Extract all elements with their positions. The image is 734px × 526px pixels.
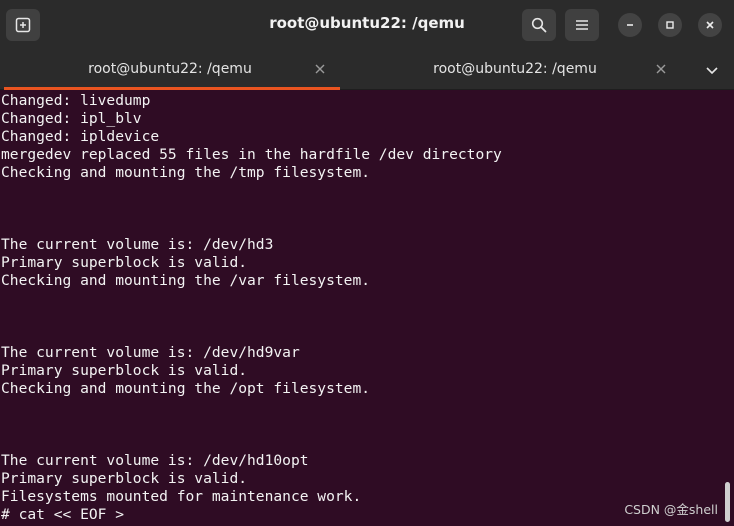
close-icon (706, 21, 714, 29)
terminal-line: Primary superblock is valid. (1, 362, 248, 379)
terminal-line: Primary superblock is valid. (1, 470, 248, 487)
minimize-button[interactable] (618, 13, 642, 37)
terminal-line: The current volume is: /dev/hd10opt (1, 452, 309, 469)
tab-1-label: root@ubuntu22: /qemu (88, 61, 252, 77)
tab-2[interactable]: root@ubuntu22: /qemu (345, 50, 685, 89)
close-button[interactable] (698, 13, 722, 37)
menu-button[interactable] (565, 9, 599, 41)
chevron-down-icon[interactable] (703, 61, 721, 79)
tab-close-icon[interactable] (654, 62, 668, 76)
window-title: root@ubuntu22: /qemu (269, 14, 465, 32)
terminal-line: # cat << EOF > (1, 506, 125, 523)
terminal-window: root@ubuntu22: /qemu root@ubuntu22: /qem… (0, 0, 734, 526)
hamburger-menu-icon (576, 20, 588, 30)
terminal-line: Changed: livedump (1, 92, 151, 109)
search-button[interactable] (522, 9, 556, 41)
scrollbar[interactable] (725, 482, 730, 522)
maximize-icon (666, 21, 674, 29)
tab-bar: root@ubuntu22: /qemu root@ubuntu22: /qem… (0, 50, 734, 90)
terminal-line: The current volume is: /dev/hd3 (1, 236, 274, 253)
terminal-line: Checking and mounting the /var filesyste… (1, 272, 371, 289)
new-tab-button[interactable] (6, 9, 40, 41)
terminal-line: The current volume is: /dev/hd9var (1, 344, 300, 361)
watermark: CSDN @金shell (624, 502, 718, 517)
tab-1[interactable]: root@ubuntu22: /qemu (0, 50, 340, 90)
terminal-line: Changed: ipl_blv (1, 110, 142, 127)
tab-close-icon[interactable] (313, 62, 327, 76)
terminal-line: mergedev replaced 55 files in the hardfi… (1, 146, 502, 163)
minimize-icon (627, 24, 633, 26)
search-icon (531, 17, 547, 33)
terminal-output[interactable]: Changed: livedump Changed: ipl_blv Changed… (0, 90, 734, 526)
terminal-line: Checking and mounting the /opt filesyste… (1, 380, 371, 397)
terminal-line: Filesystems mounted for maintenance work… (1, 488, 362, 505)
tab-2-label: root@ubuntu22: /qemu (433, 61, 597, 77)
header-bar: root@ubuntu22: /qemu (0, 0, 734, 50)
terminal-line: Checking and mounting the /tmp filesyste… (1, 164, 371, 181)
terminal-line: Primary superblock is valid. (1, 254, 248, 271)
new-tab-icon (15, 17, 31, 33)
terminal-line: Changed: ipldevice (1, 128, 160, 145)
maximize-button[interactable] (658, 13, 682, 37)
terminal-lines: Changed: livedump Changed: ipl_blv Changed… (1, 92, 502, 524)
